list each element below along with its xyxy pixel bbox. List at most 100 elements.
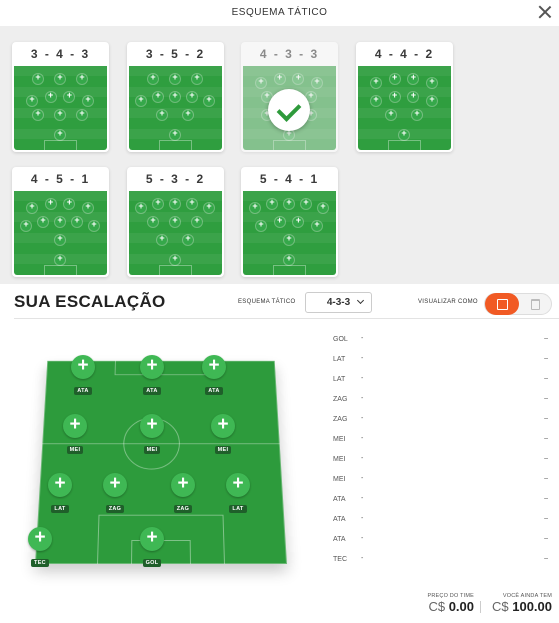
remaining-budget: VOCÊ AINDA TEM C$ 100.00 xyxy=(484,593,552,614)
player-dot xyxy=(27,201,37,213)
add-player-zag[interactable]: ZAG xyxy=(101,473,129,515)
player-dot xyxy=(148,72,158,84)
view-toggle[interactable] xyxy=(484,293,552,315)
add-player-lat[interactable]: LAT xyxy=(46,473,74,515)
player-dot xyxy=(170,72,180,84)
plus-icon[interactable] xyxy=(28,527,52,551)
goalkeeper-dot xyxy=(170,128,180,140)
plus-icon[interactable] xyxy=(211,414,235,438)
player-dot xyxy=(412,108,422,120)
add-player-zag[interactable]: ZAG xyxy=(169,473,197,515)
plus-icon[interactable] xyxy=(171,473,195,497)
player-dot xyxy=(83,201,93,213)
roster-list: GOL - – LAT - – LAT - – ZAG - – ZAG - – MEI - – MEI - – MEI - –… xyxy=(333,333,548,573)
player-dot xyxy=(250,201,260,213)
player-dot xyxy=(33,108,43,120)
position-tag: MEI xyxy=(66,446,84,454)
add-player-ata[interactable]: ATA xyxy=(138,355,166,397)
roster-row[interactable]: MEI - – xyxy=(333,433,548,453)
player-dot xyxy=(157,108,167,120)
scheme-label: ESQUEMA TÁTICO xyxy=(238,299,296,305)
add-player-lat[interactable]: LAT xyxy=(224,473,252,515)
roster-row[interactable]: LAT - – xyxy=(333,373,548,393)
add-player-mei[interactable]: MEI xyxy=(61,414,89,456)
plus-icon[interactable] xyxy=(140,414,164,438)
player-dot xyxy=(153,197,163,209)
player-dot xyxy=(21,219,31,231)
field-view-icon[interactable] xyxy=(485,293,519,315)
roster-position: MEI xyxy=(333,476,346,483)
plus-icon[interactable] xyxy=(140,355,164,379)
formation-label: 5 - 3 - 2 xyxy=(145,172,206,186)
formation-card[interactable]: 5 - 3 - 2 xyxy=(127,167,224,277)
plus-icon[interactable] xyxy=(140,527,164,551)
close-icon[interactable] xyxy=(537,4,553,20)
formation-card[interactable]: 3 - 5 - 2 xyxy=(127,42,224,152)
position-tag: LAT xyxy=(51,505,69,513)
position-tag: ATA xyxy=(205,387,223,395)
player-dot xyxy=(55,72,65,84)
formation-label: 3 - 4 - 3 xyxy=(30,47,91,61)
add-player-tec[interactable]: TEC xyxy=(26,527,54,569)
formation-card[interactable]: 4 - 4 - 2 xyxy=(356,42,453,152)
player-dot xyxy=(301,197,311,209)
formation-label: 5 - 4 - 1 xyxy=(259,172,320,186)
roster-player: - xyxy=(361,515,364,522)
roster-row[interactable]: TEC - – xyxy=(333,553,548,573)
plus-icon[interactable] xyxy=(63,414,87,438)
player-dot xyxy=(89,219,99,231)
roster-row[interactable]: ATA - – xyxy=(333,533,548,553)
roster-score: – xyxy=(544,535,548,542)
player-dot xyxy=(267,197,277,209)
lineup-title: SUA ESCALAÇÃO xyxy=(14,292,166,311)
player-dot xyxy=(256,76,266,88)
roster-player: - xyxy=(361,555,364,562)
player-dot xyxy=(45,197,56,209)
formation-card[interactable]: 4 - 5 - 1 xyxy=(12,167,109,277)
player-dot xyxy=(77,108,87,120)
goalkeeper-dot xyxy=(284,128,294,140)
roster-row[interactable]: ZAG - – xyxy=(333,393,548,413)
plus-icon[interactable] xyxy=(103,473,127,497)
roster-position: ATA xyxy=(333,536,346,543)
roster-row[interactable]: ZAG - – xyxy=(333,413,548,433)
price-value: 0.00 xyxy=(448,599,474,614)
goalkeeper-dot xyxy=(284,253,294,265)
scheme-select[interactable]: 4-3-3 xyxy=(305,292,372,313)
goalkeeper-dot xyxy=(55,128,65,140)
add-player-mei[interactable]: MEI xyxy=(138,414,166,456)
roster-row[interactable]: MEI - – xyxy=(333,453,548,473)
roster-score: – xyxy=(544,455,548,462)
plus-icon[interactable] xyxy=(226,473,250,497)
player-dot xyxy=(187,90,197,102)
player-dot xyxy=(293,72,304,84)
player-dot xyxy=(256,219,266,231)
roster-row[interactable]: MEI - – xyxy=(333,473,548,493)
roster-score: – xyxy=(544,375,548,382)
roster-position: TEC xyxy=(333,556,347,563)
formation-card[interactable]: 3 - 4 - 3 xyxy=(12,42,109,152)
formation-label: 3 - 5 - 2 xyxy=(145,47,206,61)
player-dot xyxy=(83,94,93,106)
add-player-ata[interactable]: ATA xyxy=(200,355,228,397)
list-view-icon[interactable] xyxy=(531,299,540,310)
add-player-ata[interactable]: ATA xyxy=(69,355,97,397)
player-dot xyxy=(38,215,48,227)
roster-player: - xyxy=(361,535,364,542)
add-player-mei[interactable]: MEI xyxy=(209,414,237,456)
player-dot xyxy=(192,72,202,84)
mini-pitch xyxy=(129,191,222,275)
add-player-gol[interactable]: GOL xyxy=(138,527,166,569)
plus-icon[interactable] xyxy=(71,355,95,379)
roster-row[interactable]: GOL - – xyxy=(333,333,548,353)
player-dot xyxy=(371,94,381,106)
player-dot xyxy=(318,201,328,213)
formation-card[interactable]: 5 - 4 - 1 xyxy=(241,167,338,277)
roster-row[interactable]: ATA - – xyxy=(333,513,548,533)
roster-row[interactable]: LAT - – xyxy=(333,353,548,373)
roster-row[interactable]: ATA - – xyxy=(333,493,548,513)
plus-icon[interactable] xyxy=(48,473,72,497)
roster-position: ATA xyxy=(333,496,346,503)
plus-icon[interactable] xyxy=(202,355,226,379)
mini-pitch xyxy=(129,66,222,150)
